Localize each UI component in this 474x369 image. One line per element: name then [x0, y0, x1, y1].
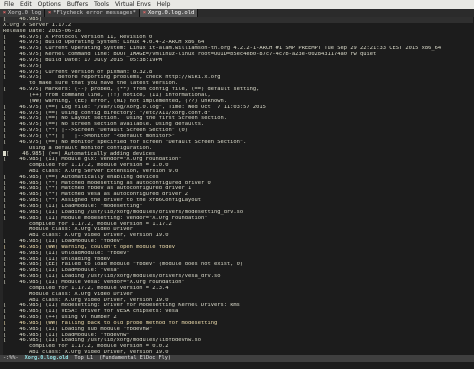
menu-virtual-envs[interactable]: Virtual Envs — [115, 0, 151, 9]
modeline-buffer-name[interactable]: Xorg.0.log.old — [25, 355, 69, 362]
minibuffer[interactable] — [0, 362, 474, 369]
menu-file[interactable]: File — [4, 0, 14, 9]
editor-buffer[interactable]: [ 46.985] X.Org X Server 1.17.2 Release D… — [0, 17, 474, 355]
menu-buffers[interactable]: Buffers — [67, 0, 88, 9]
close-icon[interactable]: ✖ — [143, 10, 146, 16]
menu-options[interactable]: Options — [38, 0, 61, 9]
close-icon[interactable]: ✖ — [3, 10, 6, 16]
modeline-status: -:%%- — [3, 355, 19, 361]
tab-label: Xorg.0 log — [8, 10, 42, 16]
menu-edit[interactable]: Edit — [20, 0, 32, 9]
close-icon[interactable]: ✖ — [48, 10, 51, 16]
mode-line: -:%%- Xorg.0.log.old Top L1 (Fundamental… — [0, 355, 474, 362]
tab-bar: ✖ Xorg.0 log ✖ *Flycheck error messages* ✖ Xo… — [0, 9, 474, 17]
menu-help[interactable]: Help — [157, 0, 171, 9]
modeline-position: Top L1 — [74, 355, 94, 361]
tab-label: *Flycheck error messages* — [53, 10, 136, 16]
tab-0[interactable]: ✖ Xorg.0 log — [0, 9, 46, 17]
buffer-text[interactable]: [ 46.985] X.Org X Server 1.17.2 Release D… — [3, 17, 473, 355]
tab-2[interactable]: ✖ Xorg.0.log.old — [139, 9, 199, 17]
modeline-mode[interactable]: (Fundamental ElDoc Fly) — [99, 355, 171, 362]
menu-tools[interactable]: Tools — [94, 0, 109, 9]
menu-bar: File Edit Options Buffers Tools Virtual Envs H… — [0, 0, 474, 9]
tab-label: Xorg.0.log.old — [147, 10, 195, 16]
tab-1[interactable]: ✖ *Flycheck error messages* — [45, 9, 140, 17]
